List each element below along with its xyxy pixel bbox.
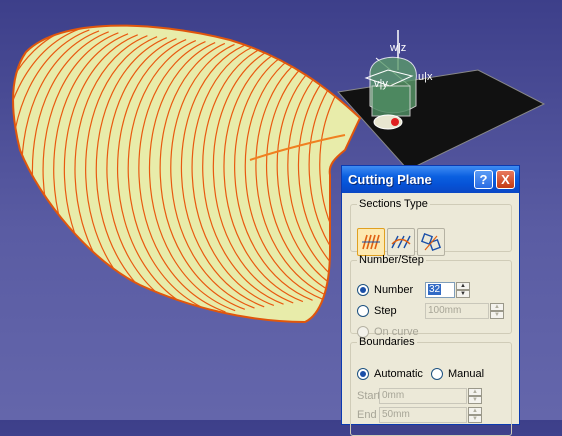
- automatic-radio[interactable]: [357, 368, 369, 380]
- parallel-sections-button[interactable]: [357, 228, 385, 256]
- start-up-arrow[interactable]: ▲: [468, 388, 482, 396]
- end-up-arrow[interactable]: ▲: [468, 407, 482, 415]
- number-step-group: Number/Step Number 32 ▲ ▼ Step 100mm ▲ ▼ O…: [350, 254, 512, 338]
- curve-section-icon: [420, 232, 442, 252]
- step-up-arrow[interactable]: ▲: [490, 303, 504, 311]
- manual-label: Manual: [448, 368, 485, 380]
- step-radio-row[interactable]: Step: [357, 305, 397, 317]
- step-spinner[interactable]: 100mm ▲ ▼: [425, 303, 504, 319]
- perpendicular-sections-icon: [391, 235, 411, 249]
- help-button[interactable]: ?: [474, 170, 493, 189]
- number-radio[interactable]: [357, 284, 369, 296]
- start-field[interactable]: 0mm: [379, 388, 467, 404]
- cutting-plane: [337, 69, 546, 171]
- start-spinner[interactable]: 0mm ▲ ▼: [379, 388, 482, 404]
- dialog-title: Cutting Plane: [348, 172, 432, 187]
- cutting-plane-dialog: Cutting Plane ? X Sections Type Number/S…: [341, 165, 520, 436]
- number-up-arrow[interactable]: ▲: [456, 282, 470, 290]
- step-radio[interactable]: [357, 305, 369, 317]
- end-label: End: [357, 409, 377, 421]
- compass-v-label: v|y: [374, 78, 388, 90]
- parallel-sections-icon: [362, 234, 380, 250]
- number-step-legend: Number/Step: [359, 254, 424, 266]
- step-field[interactable]: 100mm: [425, 303, 489, 319]
- automatic-label: Automatic: [374, 368, 423, 380]
- boundaries-legend: Boundaries: [359, 336, 415, 348]
- number-radio-row[interactable]: Number: [357, 284, 413, 296]
- number-spinner[interactable]: 32 ▲ ▼: [425, 282, 470, 298]
- automatic-radio-row[interactable]: Automatic: [357, 368, 423, 380]
- number-label: Number: [374, 284, 414, 296]
- manual-radio-row[interactable]: Manual: [431, 368, 484, 380]
- start-down-arrow[interactable]: ▼: [468, 396, 482, 404]
- step-label: Step: [374, 305, 397, 317]
- boundaries-group: Boundaries Automatic Manual Start 0mm ▲ ▼…: [350, 336, 512, 436]
- compass-w-label: w|z: [389, 42, 406, 54]
- end-row: End: [357, 409, 379, 421]
- curve-section-button[interactable]: [417, 228, 445, 256]
- number-field[interactable]: 32: [425, 282, 455, 298]
- number-value: 32: [428, 284, 442, 295]
- number-down-arrow[interactable]: ▼: [456, 290, 470, 298]
- sections-type-legend: Sections Type: [359, 198, 428, 210]
- dialog-titlebar[interactable]: Cutting Plane ? X: [342, 166, 519, 193]
- compass-u-label: u|x: [418, 71, 433, 83]
- close-button[interactable]: X: [496, 170, 515, 189]
- start-label: Start: [357, 390, 381, 402]
- start-row: Start: [357, 390, 381, 402]
- manual-radio[interactable]: [431, 368, 443, 380]
- end-spinner[interactable]: 50mm ▲ ▼: [379, 407, 482, 423]
- perpendicular-sections-button[interactable]: [387, 228, 415, 256]
- end-down-arrow[interactable]: ▼: [468, 415, 482, 423]
- step-down-arrow[interactable]: ▼: [490, 311, 504, 319]
- end-field[interactable]: 50mm: [379, 407, 467, 423]
- sections-type-group: Sections Type: [350, 198, 512, 256]
